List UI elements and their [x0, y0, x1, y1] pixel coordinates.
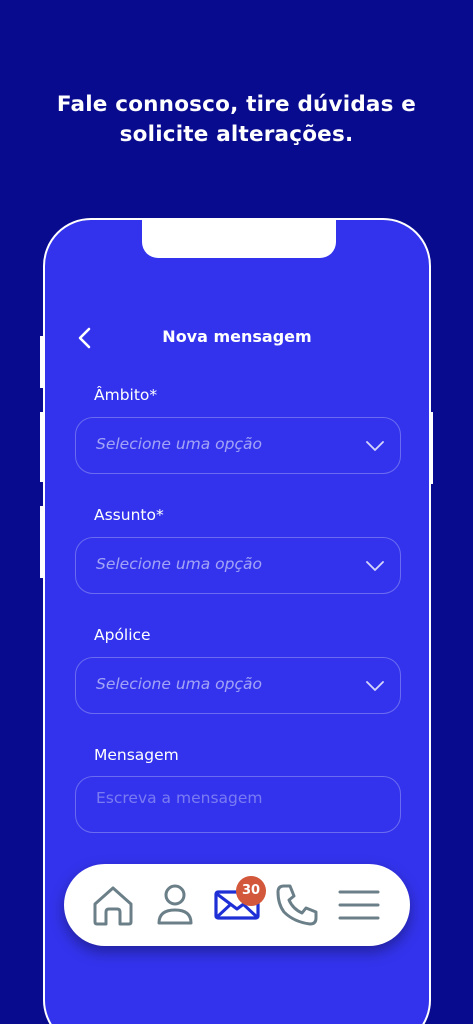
ambito-select[interactable]: Selecione uma opção	[75, 417, 401, 474]
home-icon	[93, 886, 133, 926]
tab-contact[interactable]	[274, 882, 320, 928]
tab-profile[interactable]	[152, 882, 198, 928]
apolice-select[interactable]: Selecione uma opção	[75, 657, 401, 714]
field-label-mensagem: Mensagem	[94, 746, 179, 764]
headline: Fale connosco, tire dúvidas e solicite a…	[0, 90, 473, 150]
field-label-assunto: Assunto*	[94, 506, 164, 524]
message-textarea[interactable]: Escreva a mensagem	[75, 776, 401, 833]
headline-line-2: solicite alterações.	[119, 122, 354, 147]
promo-page: Fale connosco, tire dúvidas e solicite a…	[0, 0, 473, 1024]
select-placeholder: Selecione uma opção	[96, 555, 262, 573]
profile-icon	[157, 884, 193, 925]
chevron-down-icon	[366, 441, 384, 451]
chevron-down-icon	[366, 681, 384, 691]
menu-icon	[338, 890, 380, 920]
nav-header: Nova mensagem	[45, 318, 429, 358]
mail-badge: 30	[236, 876, 266, 906]
tab-menu[interactable]	[336, 882, 382, 928]
field-label-ambito: Âmbito*	[94, 386, 158, 404]
select-placeholder: Selecione uma opção	[96, 675, 262, 693]
assunto-select[interactable]: Selecione uma opção	[75, 537, 401, 594]
chevron-down-icon	[366, 561, 384, 571]
headline-line-1: Fale connosco, tire dúvidas e	[56, 92, 417, 117]
phone-icon	[276, 884, 318, 926]
select-placeholder: Selecione uma opção	[96, 435, 262, 453]
message-placeholder: Escreva a mensagem	[96, 789, 263, 807]
tab-home[interactable]	[90, 882, 136, 928]
phone-notch	[142, 220, 336, 258]
field-label-apolice: Apólice	[94, 626, 151, 644]
page-title: Nova mensagem	[162, 327, 312, 346]
bottom-tab-bar	[64, 864, 410, 946]
